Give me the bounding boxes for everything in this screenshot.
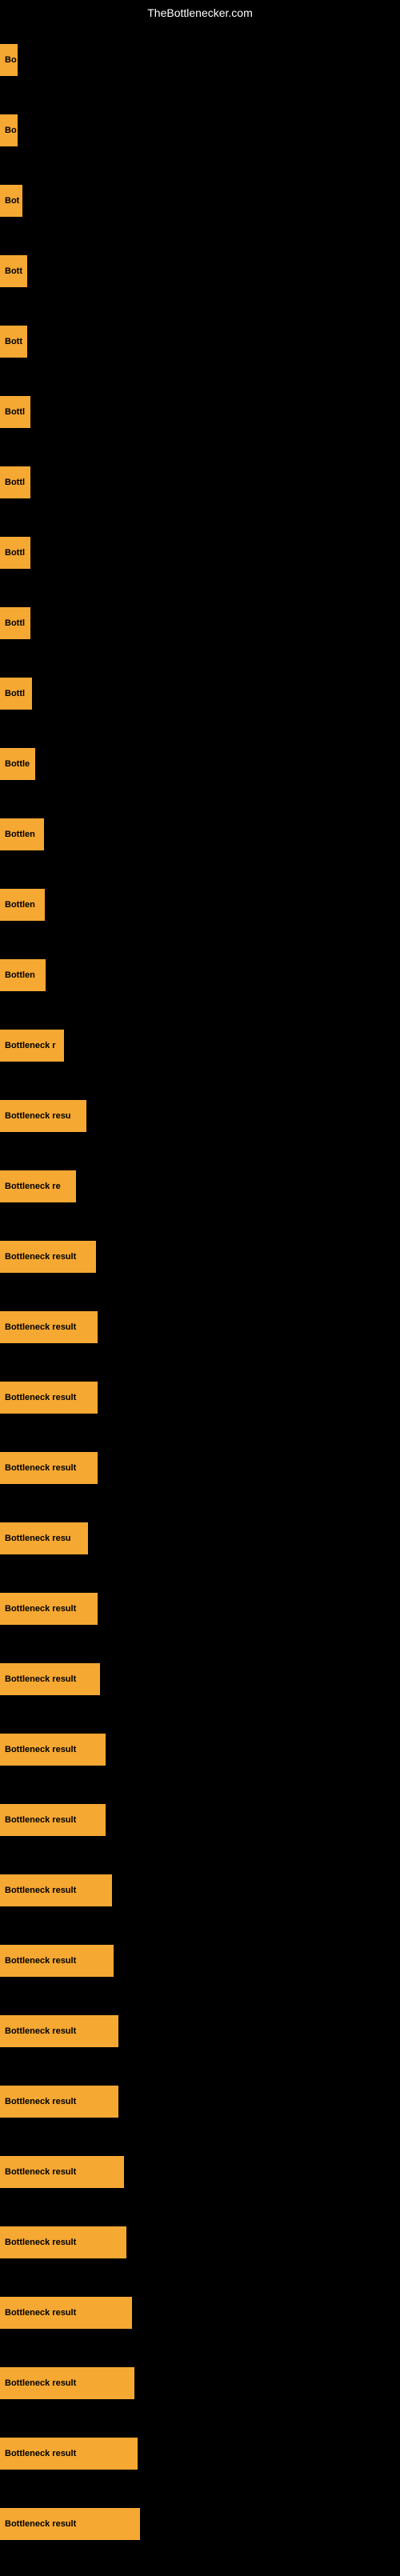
list-item: Bottlen xyxy=(0,800,400,869)
label-box: Bottleneck result xyxy=(0,2367,134,2399)
list-item: Bott xyxy=(0,237,400,306)
list-item: Bot xyxy=(0,166,400,235)
label-box: Bottleneck result xyxy=(0,2226,126,2258)
list-item: Bo xyxy=(0,96,400,165)
label-box: Bottleneck result xyxy=(0,1874,112,1906)
list-item: Bottlen xyxy=(0,870,400,939)
label-box: Bottleneck result xyxy=(0,1241,96,1273)
label-box: Bottl xyxy=(0,466,30,498)
label-box: Bottleneck result xyxy=(0,2297,132,2329)
list-item: Bottleneck result xyxy=(0,1645,400,1714)
label-box: Bottleneck result xyxy=(0,1734,106,1766)
list-item: Bottleneck result xyxy=(0,2208,400,2277)
label-box: Bottleneck result xyxy=(0,1804,106,1836)
list-item: Bottl xyxy=(0,589,400,658)
list-item: Bottleneck re xyxy=(0,1152,400,1221)
list-item: Bottleneck result xyxy=(0,2278,400,2347)
label-box: Bottl xyxy=(0,678,32,710)
list-item: Bottleneck result xyxy=(0,1434,400,1502)
list-item: Bottleneck result xyxy=(0,2067,400,2136)
list-item: Bo xyxy=(0,26,400,94)
list-item: Bottle xyxy=(0,730,400,798)
label-box: Bottleneck result xyxy=(0,1452,98,1484)
label-box: Bottleneck result xyxy=(0,1593,98,1625)
list-item: Bottlen xyxy=(0,941,400,1010)
list-item: Bottleneck result xyxy=(0,1363,400,1432)
label-box: Bottleneck re xyxy=(0,1170,76,1202)
label-box: Bott xyxy=(0,326,27,358)
label-box: Bottleneck result xyxy=(0,2508,140,2540)
label-box: Bottleneck result xyxy=(0,2086,118,2118)
label-box: Bottleneck result xyxy=(0,2015,118,2047)
list-item: Bottleneck result xyxy=(0,1574,400,1643)
label-box: Bottleneck result xyxy=(0,1945,114,1977)
label-box: Bott xyxy=(0,255,27,287)
label-box: Bo xyxy=(0,44,18,76)
label-box: Bottleneck result xyxy=(0,1382,98,1414)
list-item: Bottleneck result xyxy=(0,1786,400,1854)
list-item: Bottleneck result xyxy=(0,1856,400,1925)
list-item: Bottl xyxy=(0,448,400,517)
label-box: Bottleneck r xyxy=(0,1030,64,1062)
site-title: TheBottlenecker.com xyxy=(0,0,400,26)
label-box: Bottlen xyxy=(0,889,45,921)
label-box: Bottle xyxy=(0,748,35,780)
list-item: Bottl xyxy=(0,518,400,587)
label-box: Bottleneck resu xyxy=(0,1100,86,1132)
list-item: Bottleneck result xyxy=(0,2138,400,2206)
label-box: Bottleneck result xyxy=(0,1311,98,1343)
items-container: Bo Bo Bot Bott Bott Bottl Bottl Bottl Bottl Bottl… xyxy=(0,26,400,2576)
label-box: Bottl xyxy=(0,396,30,428)
label-box: Bot xyxy=(0,185,22,217)
label-box: Bottlen xyxy=(0,818,44,850)
list-item: Bottleneck result xyxy=(0,1926,400,1995)
list-item: Bottleneck r xyxy=(0,1011,400,1080)
label-box: Bottl xyxy=(0,537,30,569)
label-box: Bottleneck result xyxy=(0,2438,138,2470)
list-item: Bottleneck result xyxy=(0,1222,400,1291)
list-item: Bottl xyxy=(0,659,400,728)
label-box: Bottleneck resu xyxy=(0,1522,88,1554)
list-item: Bottleneck result xyxy=(0,1997,400,2066)
list-item: Bottleneck result xyxy=(0,2349,400,2418)
list-item: Bottleneck resu xyxy=(0,1504,400,1573)
list-item: Bottleneck result xyxy=(0,1293,400,1362)
list-item: Bottleneck result xyxy=(0,2490,400,2558)
list-item: Bott xyxy=(0,307,400,376)
label-box: Bottleneck result xyxy=(0,1663,100,1695)
list-item: Bottleneck result xyxy=(0,1715,400,1784)
list-item: Bottl xyxy=(0,378,400,446)
list-item: Bottleneck result xyxy=(0,2419,400,2488)
label-box: Bottlen xyxy=(0,959,46,991)
label-box: Bottleneck result xyxy=(0,2156,124,2188)
label-box: Bo xyxy=(0,114,18,146)
list-item: Bottleneck resu xyxy=(0,1082,400,1150)
label-box: Bottl xyxy=(0,607,30,639)
